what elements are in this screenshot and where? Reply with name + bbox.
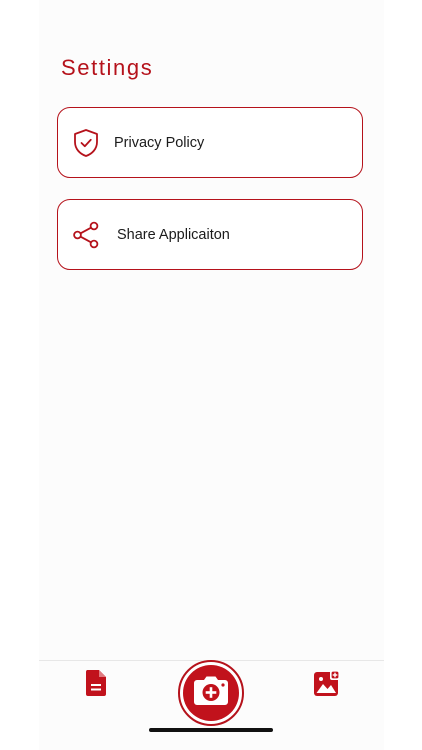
nav-gallery-button[interactable] xyxy=(313,669,341,702)
share-application-button[interactable]: Share Applicaiton xyxy=(57,199,363,270)
home-indicator xyxy=(149,728,273,732)
nav-documents-button[interactable] xyxy=(83,669,109,702)
gallery-add-icon xyxy=(313,669,341,702)
nav-camera-button[interactable] xyxy=(178,660,244,726)
camera-plus-icon xyxy=(192,675,230,712)
settings-screen: Settings Privacy Policy Share Applicaito… xyxy=(0,0,422,750)
share-icon xyxy=(70,219,102,251)
privacy-policy-label: Privacy Policy xyxy=(114,134,205,151)
share-application-label: Share Applicaiton xyxy=(117,226,230,243)
shield-check-icon xyxy=(70,127,102,159)
camera-button-fill xyxy=(183,665,239,721)
privacy-policy-button[interactable]: Privacy Policy xyxy=(57,107,363,178)
document-icon xyxy=(84,669,108,702)
page-title: Settings xyxy=(61,55,154,80)
